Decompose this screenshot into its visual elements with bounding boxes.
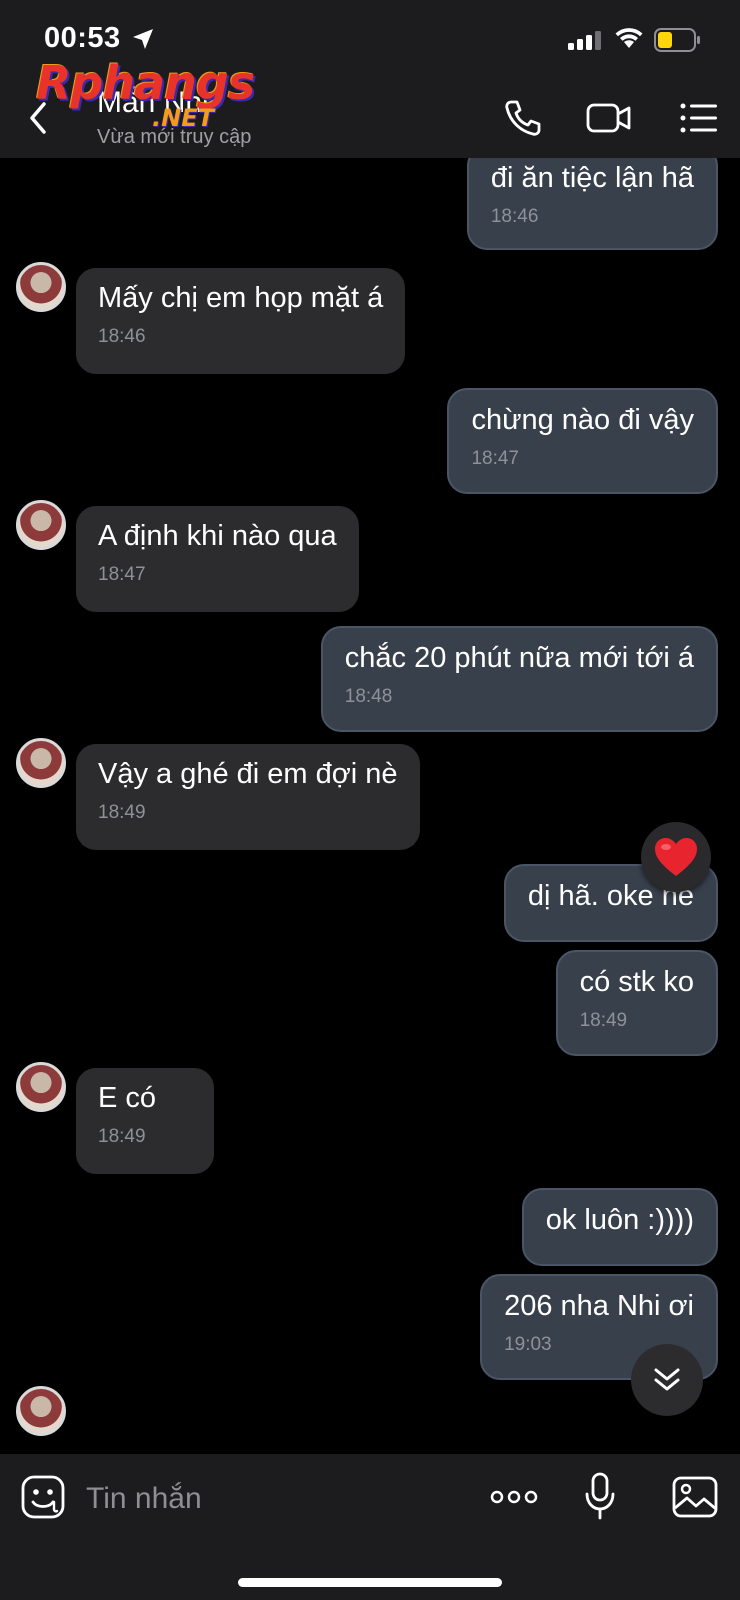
incoming-message[interactable]: Mấy chị em họp mặt á 18:46 xyxy=(76,268,406,374)
message-list[interactable]: đi ăn tiệc lận hã 18:46 Mấy chị em họp m… xyxy=(0,158,740,1454)
message-text: ok luôn :)))) xyxy=(545,1204,694,1236)
outgoing-message[interactable]: chắc 20 phút nữa mới tới á 18:48 xyxy=(320,626,718,732)
scroll-to-bottom-button[interactable] xyxy=(631,1344,703,1416)
message-time: 18:47 xyxy=(98,564,146,585)
more-options-icon[interactable] xyxy=(490,1484,538,1510)
cellular-signal-icon xyxy=(568,31,601,50)
microphone-icon[interactable] xyxy=(584,1472,616,1520)
message-input[interactable] xyxy=(84,1476,468,1522)
contact-avatar[interactable] xyxy=(16,1386,66,1436)
contact-avatar[interactable] xyxy=(16,738,66,788)
home-indicator[interactable] xyxy=(238,1578,502,1587)
contact-avatar[interactable] xyxy=(16,500,66,550)
message-time: 18:49 xyxy=(98,802,146,823)
message-text: có stk ko xyxy=(579,966,694,998)
contact-avatar[interactable] xyxy=(16,262,66,312)
message-time: 18:49 xyxy=(98,1126,146,1147)
message-text: chắc 20 phút nữa mới tới á xyxy=(344,642,694,674)
message-time: 18:46 xyxy=(490,206,539,227)
message-time: 18:47 xyxy=(471,448,519,469)
heart-icon xyxy=(655,838,697,876)
message-text: E có xyxy=(98,1082,157,1114)
battery-icon xyxy=(654,28,700,52)
incoming-message[interactable]: E có 18:49 xyxy=(76,1068,214,1174)
message-text: đi ăn tiệc lận hã xyxy=(490,162,694,194)
incoming-message[interactable]: Vậy a ghé đi em đợi nè 18:49 xyxy=(76,744,420,850)
sticker-emoji-icon[interactable] xyxy=(20,1474,66,1520)
outgoing-message[interactable]: đi ăn tiệc lận hã 18:46 xyxy=(466,158,718,250)
message-time: 18:49 xyxy=(579,1010,628,1031)
video-call-icon[interactable] xyxy=(586,98,632,138)
menu-list-icon[interactable] xyxy=(680,98,718,138)
location-arrow-icon xyxy=(133,29,153,49)
message-text: chừng nào đi vậy xyxy=(471,404,694,436)
outgoing-message[interactable]: có stk ko 18:49 xyxy=(555,950,718,1056)
double-chevron-down-icon xyxy=(654,1368,680,1391)
message-text: 206 nha Nhi ơi xyxy=(504,1290,694,1322)
outgoing-message[interactable]: ok luôn :)))) xyxy=(521,1188,718,1266)
watermark-logo: Rphangs xyxy=(36,56,255,110)
message-time: 18:46 xyxy=(98,326,146,347)
outgoing-message[interactable]: chừng nào đi vậy 18:47 xyxy=(447,388,718,494)
incoming-message[interactable]: A định khi nào qua 18:47 xyxy=(76,506,359,612)
message-text: A định khi nào qua xyxy=(98,520,337,552)
status-time: 00:53 xyxy=(44,22,121,54)
heart-reaction[interactable] xyxy=(641,822,711,892)
message-text: Mấy chị em họp mặt á xyxy=(98,282,384,314)
message-time: 18:48 xyxy=(344,686,393,707)
phone-call-icon[interactable] xyxy=(502,98,542,138)
message-text: Vậy a ghé đi em đợi nè xyxy=(98,758,398,790)
image-gallery-icon[interactable] xyxy=(672,1476,718,1518)
watermark-logo-sub: .NET xyxy=(152,104,214,132)
wifi-icon xyxy=(615,28,643,48)
contact-avatar[interactable] xyxy=(16,1062,66,1112)
